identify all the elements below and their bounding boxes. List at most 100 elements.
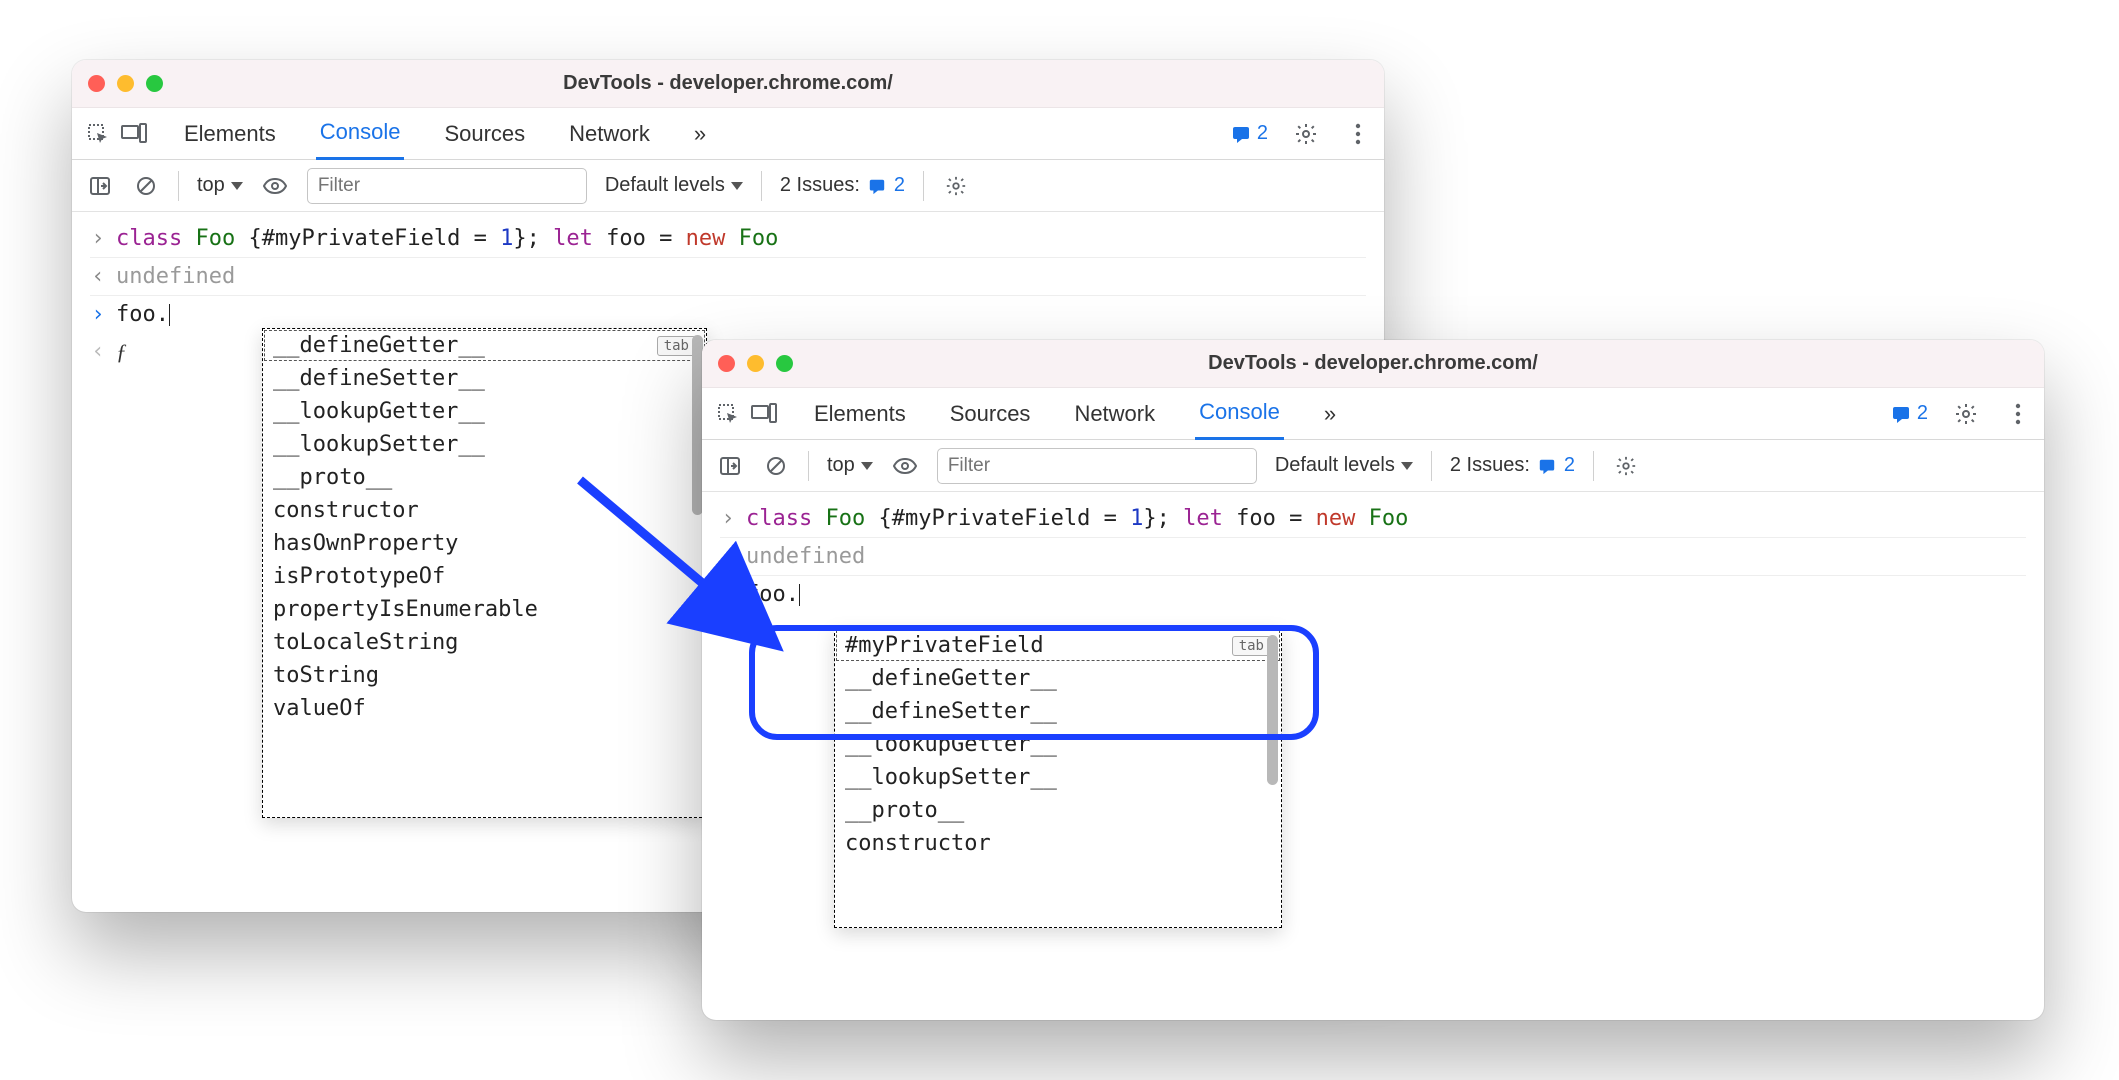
- live-expression-icon[interactable]: [261, 172, 289, 200]
- chevron-down-icon: [731, 182, 743, 190]
- close-icon[interactable]: [88, 75, 105, 92]
- console-settings-icon[interactable]: [1612, 452, 1640, 480]
- code-line: class Foo {#myPrivateField = 1}; let foo…: [746, 506, 1408, 531]
- tab-console[interactable]: Console: [1195, 388, 1284, 440]
- kebab-menu-icon[interactable]: [2004, 400, 2032, 428]
- chevron-left-icon: ›: [90, 339, 106, 364]
- console-input-past: › class Foo {#myPrivateField = 1}; let f…: [90, 220, 1366, 257]
- devtools-tabbar: Elements Sources Network Console » 2: [702, 388, 2044, 440]
- chevron-down-icon: [861, 462, 873, 470]
- gear-icon[interactable]: [1952, 400, 1980, 428]
- autocomplete-item[interactable]: __defineGetter__ tab: [263, 329, 706, 362]
- tabs-overflow[interactable]: »: [1320, 388, 1340, 440]
- chevron-right-icon: ›: [720, 582, 736, 607]
- tab-elements[interactable]: Elements: [810, 388, 910, 440]
- issues-summary[interactable]: 2 Issues: 2: [780, 174, 905, 197]
- chevron-down-icon: [231, 182, 243, 190]
- chevron-right-icon: ›: [90, 226, 106, 251]
- chevron-left-icon: ›: [90, 264, 106, 289]
- autocomplete-item[interactable]: __proto__: [835, 794, 1281, 827]
- autocomplete-item[interactable]: __lookupSetter__: [263, 428, 706, 461]
- code-line: class Foo {#myPrivateField = 1}; let foo…: [116, 226, 778, 251]
- console-input-text[interactable]: foo.: [746, 582, 800, 607]
- toggle-sidebar-icon[interactable]: [716, 452, 744, 480]
- console-settings-icon[interactable]: [942, 172, 970, 200]
- autocomplete-item[interactable]: toLocaleString: [263, 626, 706, 659]
- filter-input[interactable]: [937, 448, 1257, 484]
- console-toolbar: top Default levels 2 Issues: 2: [72, 160, 1384, 212]
- tabs-overflow[interactable]: »: [690, 108, 710, 160]
- chevron-right-icon: ›: [720, 506, 736, 531]
- autocomplete-item[interactable]: hasOwnProperty: [263, 527, 706, 560]
- console-toolbar: top Default levels 2 Issues: 2: [702, 440, 2044, 492]
- chevron-right-icon: ›: [90, 302, 106, 327]
- autocomplete-popup[interactable]: __defineGetter__ tab __defineSetter__ __…: [262, 328, 707, 818]
- autocomplete-item[interactable]: toString: [263, 659, 706, 692]
- inspect-element-icon[interactable]: [84, 120, 112, 148]
- clear-console-icon[interactable]: [762, 452, 790, 480]
- log-levels-selector[interactable]: Default levels: [605, 174, 743, 197]
- live-expression-icon[interactable]: [891, 452, 919, 480]
- issues-indicator[interactable]: 2: [1891, 402, 1928, 425]
- issues-count: 2: [1257, 122, 1268, 145]
- close-icon[interactable]: [718, 355, 735, 372]
- autocomplete-item[interactable]: constructor: [263, 494, 706, 527]
- context-selector[interactable]: top: [827, 454, 873, 477]
- inspect-element-icon[interactable]: [714, 400, 742, 428]
- chevron-down-icon: [1401, 462, 1413, 470]
- autocomplete-item[interactable]: __lookupGetter__: [263, 395, 706, 428]
- tab-sources[interactable]: Sources: [440, 108, 529, 160]
- tab-elements[interactable]: Elements: [180, 108, 280, 160]
- autocomplete-item[interactable]: __proto__: [263, 461, 706, 494]
- tab-console[interactable]: Console: [316, 108, 405, 160]
- filter-input[interactable]: [307, 168, 587, 204]
- window-title: DevTools - developer.chrome.com/: [702, 352, 2044, 375]
- titlebar[interactable]: DevTools - developer.chrome.com/: [72, 60, 1384, 108]
- clear-console-icon[interactable]: [132, 172, 160, 200]
- kebab-menu-icon[interactable]: [1344, 120, 1372, 148]
- minimize-icon[interactable]: [747, 355, 764, 372]
- window-title: DevTools - developer.chrome.com/: [72, 72, 1384, 95]
- separator: [1431, 451, 1432, 481]
- device-toolbar-icon[interactable]: [750, 400, 778, 428]
- device-toolbar-icon[interactable]: [120, 120, 148, 148]
- console-output: › undefined: [720, 537, 2026, 575]
- autocomplete-item[interactable]: constructor: [835, 827, 1281, 860]
- console-output: › undefined: [90, 257, 1366, 295]
- annotation-highlight: [749, 625, 1319, 740]
- fn-preview: ƒ: [116, 339, 127, 365]
- autocomplete-item[interactable]: isPrototypeOf: [263, 560, 706, 593]
- separator: [808, 451, 809, 481]
- tab-network[interactable]: Network: [565, 108, 654, 160]
- tab-key-hint: tab: [657, 336, 696, 356]
- console-input-text[interactable]: foo.: [116, 302, 170, 327]
- minimize-icon[interactable]: [117, 75, 134, 92]
- toggle-sidebar-icon[interactable]: [86, 172, 114, 200]
- separator: [1593, 451, 1594, 481]
- separator: [178, 171, 179, 201]
- separator: [761, 171, 762, 201]
- log-levels-selector[interactable]: Default levels: [1275, 454, 1413, 477]
- chevron-left-icon: ›: [720, 544, 736, 569]
- titlebar[interactable]: DevTools - developer.chrome.com/: [702, 340, 2044, 388]
- zoom-icon[interactable]: [776, 355, 793, 372]
- context-selector[interactable]: top: [197, 174, 243, 197]
- separator: [923, 171, 924, 201]
- console-body: › class Foo {#myPrivateField = 1}; let f…: [702, 492, 2044, 631]
- autocomplete-item[interactable]: valueOf: [263, 692, 706, 725]
- issues-summary[interactable]: 2 Issues: 2: [1450, 454, 1575, 477]
- gear-icon[interactable]: [1292, 120, 1320, 148]
- issues-indicator[interactable]: 2: [1231, 122, 1268, 145]
- autocomplete-item[interactable]: propertyIsEnumerable: [263, 593, 706, 626]
- devtools-tabbar: Elements Console Sources Network » 2: [72, 108, 1384, 160]
- tab-sources[interactable]: Sources: [946, 388, 1035, 440]
- console-input-past: › class Foo {#myPrivateField = 1}; let f…: [720, 500, 2026, 537]
- autocomplete-item[interactable]: __lookupSetter__: [835, 761, 1281, 794]
- autocomplete-item[interactable]: __defineSetter__: [263, 362, 706, 395]
- traffic-lights[interactable]: [88, 75, 163, 92]
- traffic-lights[interactable]: [718, 355, 793, 372]
- console-input-current[interactable]: › foo.: [720, 575, 2026, 613]
- zoom-icon[interactable]: [146, 75, 163, 92]
- issues-count: 2: [1917, 402, 1928, 425]
- tab-network[interactable]: Network: [1070, 388, 1159, 440]
